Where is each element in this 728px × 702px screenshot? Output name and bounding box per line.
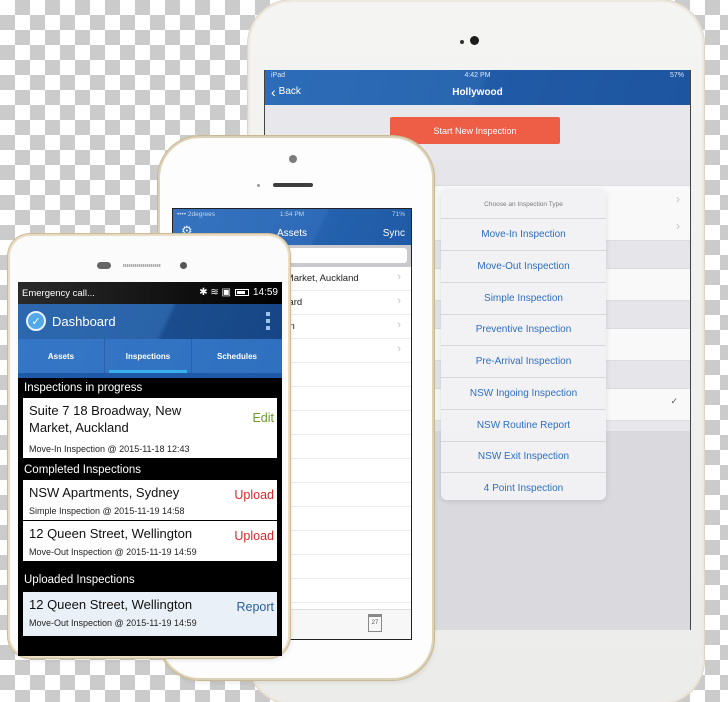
- app-logo-check-icon: ✓: [26, 311, 46, 331]
- iphone-speaker: [273, 183, 313, 187]
- inspection-meta: Simple Inspection @ 2015-11-19 14:58: [29, 506, 185, 516]
- inspection-card[interactable]: NSW Apartments, Sydney Simple Inspection…: [23, 480, 277, 520]
- start-new-inspection-button[interactable]: Start New Inspection: [390, 117, 560, 144]
- popover-title: Choose an Inspection Type: [441, 190, 606, 219]
- inspection-card[interactable]: 12 Queen Street, Wellington Move-Out Ins…: [23, 592, 277, 636]
- inspection-meta: Move-In Inspection @ 2015-11-18 12:43: [29, 444, 190, 454]
- report-button[interactable]: Report: [236, 600, 274, 614]
- inspection-address: Suite 7 18 Broadway, New Market, Aucklan…: [29, 403, 182, 435]
- popover-item-move-in[interactable]: Move-In Inspection: [441, 219, 606, 251]
- popover-item-nsw-routine[interactable]: NSW Routine Report: [441, 410, 606, 442]
- calendar-tab-icon[interactable]: 27: [368, 614, 382, 632]
- status-carrier: Emergency call...: [22, 288, 95, 299]
- inspection-address: 12 Queen Street, Wellington: [29, 597, 193, 612]
- sync-button[interactable]: Sync: [383, 228, 405, 239]
- checkmark-icon: ✓: [670, 396, 678, 406]
- popover-item-move-out[interactable]: Move-Out Inspection: [441, 251, 606, 283]
- app-title: Dashboard: [52, 314, 116, 329]
- popover-item-nsw-exit[interactable]: NSW Exit Inspection: [441, 441, 606, 473]
- ipad-page-title: Hollywood: [452, 87, 503, 98]
- chevron-right-icon: ›: [676, 219, 680, 233]
- inspection-address: NSW Apartments, Sydney: [29, 485, 180, 500]
- inspection-card[interactable]: 12 Queen Street, Wellington Move-Out Ins…: [23, 521, 277, 561]
- upload-button[interactable]: Upload: [234, 529, 274, 543]
- section-header: Uploaded Inspections: [18, 570, 282, 590]
- status-icons: ✱ ≋ ▣ 14:59: [199, 287, 278, 298]
- upload-button[interactable]: Upload: [234, 488, 274, 502]
- overflow-menu-icon[interactable]: [266, 312, 270, 330]
- tab-schedules[interactable]: Schedules: [192, 339, 282, 373]
- popover-item-simple[interactable]: Simple Inspection: [441, 283, 606, 315]
- section-header: Inspections in progress: [18, 378, 282, 398]
- inspection-card[interactable]: Suite 7 18 Broadway, New Market, Aucklan…: [23, 398, 277, 458]
- android-sensor: [97, 262, 111, 269]
- inspection-meta: Move-Out Inspection @ 2015-11-19 14:59: [29, 547, 197, 557]
- chevron-right-icon: ›: [397, 343, 401, 355]
- android-speaker: [123, 264, 161, 267]
- bluetooth-wifi-sim-icons: ✱ ≋ ▣: [199, 287, 231, 298]
- popover-item-nsw-ingoing[interactable]: NSW Ingoing Inspection: [441, 378, 606, 410]
- ipad-navigation-bar: iPad 4:42 PM 57% ‹ Back Hollywood: [265, 70, 690, 105]
- tab-assets[interactable]: Assets: [18, 339, 105, 373]
- inspection-address: 12 Queen Street, Wellington: [29, 526, 193, 541]
- popover-item-pre-arrival[interactable]: Pre-Arrival Inspection: [441, 346, 606, 378]
- iphone-sensor: [257, 184, 260, 187]
- battery-icon: [234, 289, 249, 296]
- ipad-status-time: 4:42 PM: [464, 72, 491, 79]
- inspection-type-popover: Choose an Inspection Type Move-In Inspec…: [441, 190, 606, 500]
- section-header: Completed Inspections: [18, 460, 282, 480]
- tab-inspections[interactable]: Inspections: [105, 339, 192, 373]
- chevron-right-icon: ›: [397, 319, 401, 331]
- android-camera: [180, 262, 187, 269]
- iphone-status-time: 1:54 PM: [279, 211, 305, 218]
- ipad-sensor: [460, 40, 464, 44]
- chevron-right-icon: ›: [397, 271, 401, 283]
- ipad-status-battery: 57%: [669, 72, 684, 79]
- android-tabs: Assets Inspections Schedules: [18, 339, 282, 378]
- iphone-camera: [289, 155, 297, 163]
- popover-item-preventive[interactable]: Preventive Inspection: [441, 314, 606, 346]
- popover-item-4-point[interactable]: 4 Point Inspection: [441, 473, 606, 500]
- chevron-right-icon: ›: [397, 295, 401, 307]
- edit-button[interactable]: Edit: [252, 411, 274, 425]
- inspection-meta: Move-Out Inspection @ 2015-11-19 14:59: [29, 618, 197, 628]
- android-app-bar: ✓ Dashboard: [18, 304, 282, 339]
- android-screen: Emergency call... ✱ ≋ ▣ 14:59 ✓ Dashboar…: [18, 282, 282, 656]
- android-device: Emergency call... ✱ ≋ ▣ 14:59 ✓ Dashboar…: [10, 236, 288, 656]
- chevron-right-icon: ›: [676, 192, 680, 206]
- iphone-status-battery: 71%: [391, 211, 405, 218]
- status-time: 14:59: [252, 287, 278, 298]
- ipad-camera: [470, 36, 479, 45]
- android-status-bar: Emergency call... ✱ ≋ ▣ 14:59: [18, 282, 282, 304]
